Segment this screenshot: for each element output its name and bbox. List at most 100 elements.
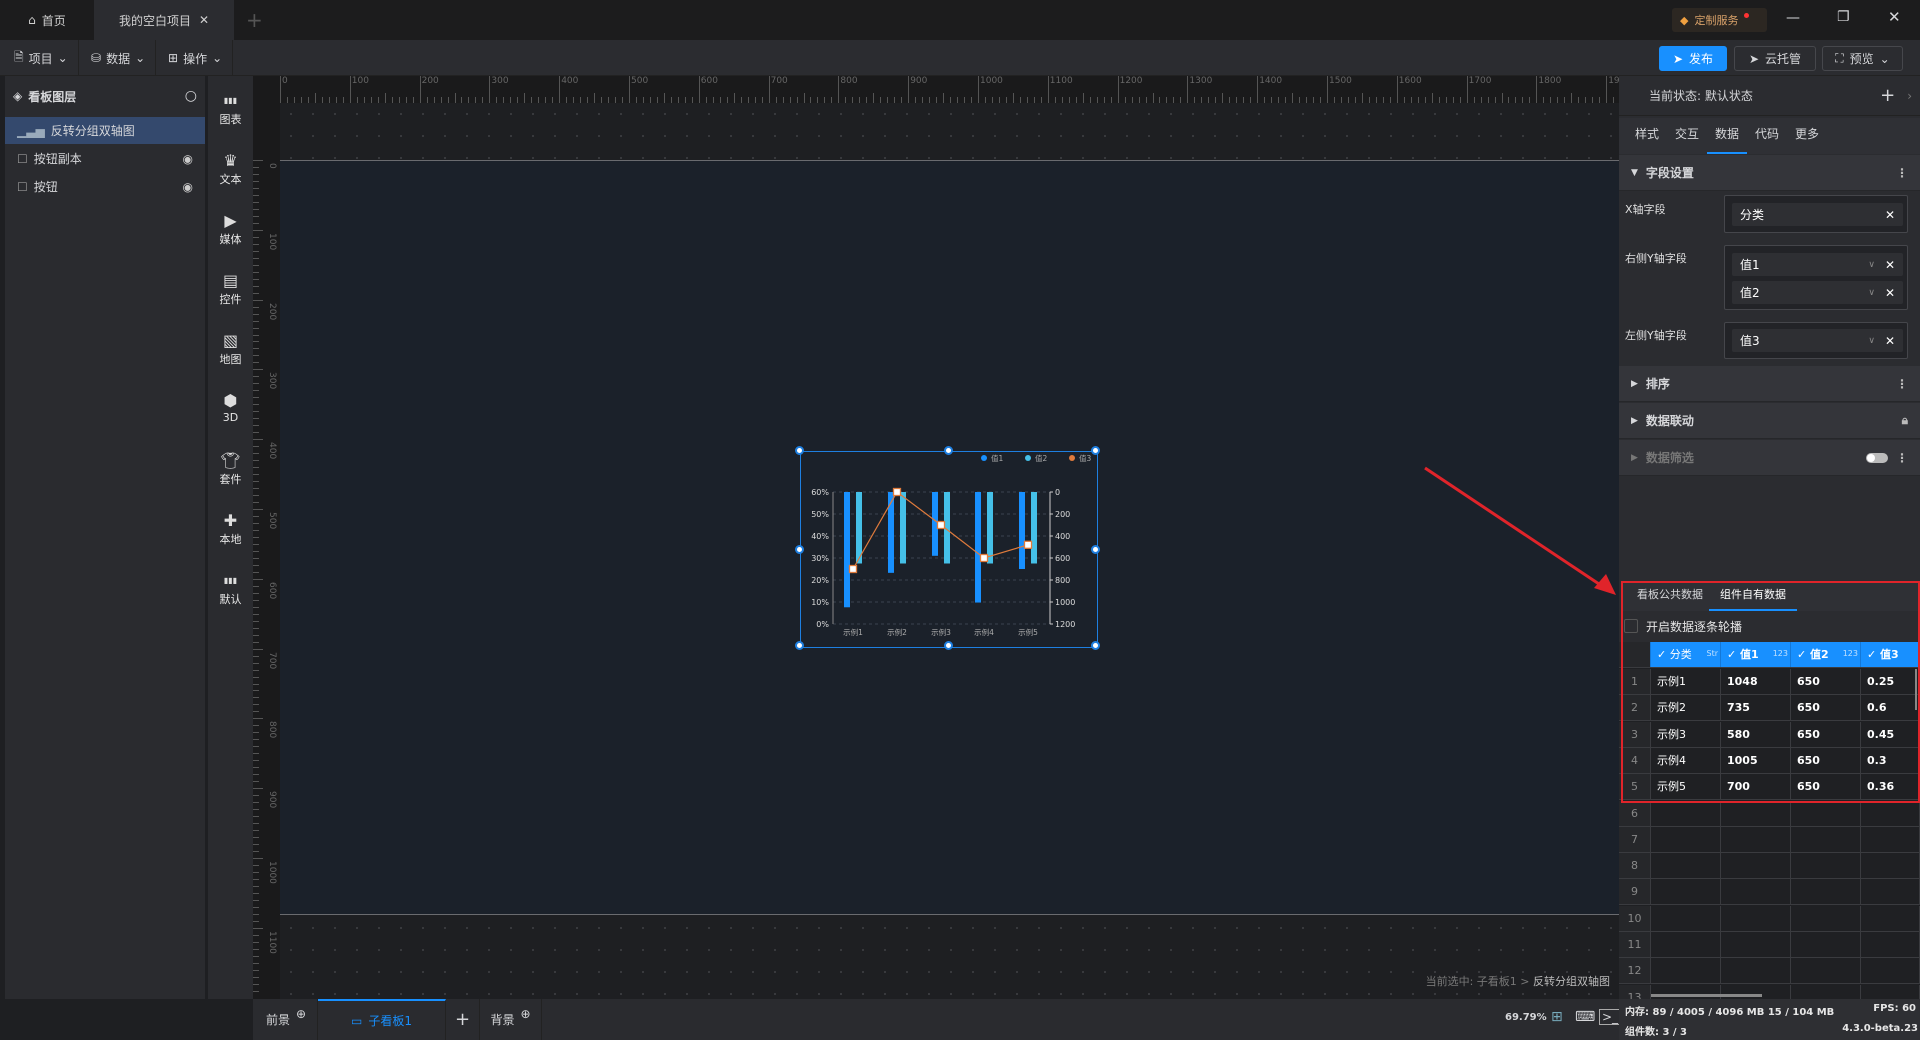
table-cell[interactable] (1651, 958, 1721, 984)
bar-值2[interactable] (855, 491, 862, 564)
component-category-3[interactable]: ▤ 控件 (208, 272, 253, 307)
cloud-host-button[interactable]: ➤ 云托管 (1734, 46, 1816, 71)
menu-operate[interactable]: ⊞ 操作 ⌄ (158, 40, 234, 76)
check-icon[interactable]: ✓ (1657, 648, 1670, 661)
custom-service-button[interactable]: ◆ 定制服务 (1672, 8, 1767, 32)
remove-icon[interactable]: ✕ (1885, 286, 1895, 300)
table-cell[interactable] (1651, 905, 1721, 931)
tab-4[interactable]: 更多 (1787, 118, 1827, 154)
x-field-chip[interactable]: 分类 ✕ (1732, 203, 1903, 226)
line-point[interactable] (848, 564, 857, 573)
add-tab-button[interactable]: + (246, 8, 263, 32)
component-category-6[interactable]: 👕︎ 套件 (208, 452, 253, 487)
component-category-4[interactable]: ▧ 地图 (208, 332, 253, 367)
chart-component[interactable]: 0% 10% 20% 30% 40% 50% 60% 0 200 400 600 800 1000 120… (795, 446, 1100, 650)
add-board-button[interactable]: + (446, 999, 480, 1040)
filter-toggle[interactable] (1866, 452, 1888, 463)
table-cell[interactable]: 0.25 (1861, 669, 1920, 694)
line-point[interactable] (979, 553, 988, 562)
table-cell[interactable] (1861, 932, 1920, 957)
remove-icon[interactable]: ✕ (1885, 258, 1895, 272)
table-cell[interactable]: 示例1 (1651, 669, 1721, 694)
add-state-button[interactable]: + (1880, 85, 1895, 106)
component-category-7[interactable]: ✚ 本地 (208, 512, 253, 547)
table-cell[interactable]: 650 (1791, 774, 1861, 800)
section-field-settings[interactable]: ▼ 字段设置 ⋮ (1619, 155, 1920, 191)
remove-icon[interactable]: ✕ (1885, 208, 1895, 222)
resize-handle[interactable] (944, 641, 953, 650)
section-filter[interactable]: ▶ 数据筛选 ⋮ (1619, 440, 1920, 476)
table-cell[interactable] (1791, 853, 1861, 879)
window-close-button[interactable]: ✕ (1888, 8, 1901, 26)
layer-item[interactable]: ▁▃▅ 反转分组双轴图 (5, 117, 205, 144)
table-cell[interactable]: 示例5 (1651, 774, 1721, 800)
tab-subboard[interactable]: ▭ 子看板1 (318, 999, 446, 1040)
table-cell[interactable] (1791, 826, 1861, 852)
table-cell[interactable] (1721, 958, 1791, 984)
publish-button[interactable]: ➤ 发布 (1659, 46, 1727, 71)
tab-project[interactable]: 我的空白项目 ✕ (94, 0, 234, 40)
resize-handle[interactable] (1091, 545, 1100, 554)
bar-值2[interactable] (1030, 491, 1037, 564)
hidden-eye-icon[interactable]: ◉ (183, 152, 193, 166)
tab-1[interactable]: 交互 (1667, 118, 1707, 154)
minimize-button[interactable]: — (1786, 10, 1800, 26)
resize-handle[interactable] (1091, 446, 1100, 455)
table-cell[interactable]: 0.6 (1861, 695, 1920, 721)
table-cell[interactable] (1861, 879, 1920, 905)
column-header[interactable]: ✓ 值1 123 (1721, 642, 1791, 667)
table-cell[interactable] (1861, 800, 1920, 826)
table-cell[interactable] (1861, 853, 1920, 879)
chevron-down-icon[interactable]: ∨ (1868, 336, 1875, 346)
table-cell[interactable] (1721, 853, 1791, 879)
hidden-eye-icon[interactable]: ◉ (183, 180, 193, 194)
table-cell[interactable] (1651, 879, 1721, 905)
more-icon[interactable]: ⋮ (1896, 377, 1908, 391)
table-cell[interactable]: 1005 (1721, 747, 1791, 773)
restore-button[interactable]: ❐ (1837, 9, 1850, 25)
bar-值1[interactable] (974, 491, 981, 603)
line-point[interactable] (1023, 540, 1032, 549)
bar-值1[interactable] (1018, 491, 1025, 569)
table-cell[interactable] (1791, 800, 1861, 826)
component-category-2[interactable]: ▶ 媒体 (208, 212, 253, 247)
component-category-5[interactable]: ⬢ 3D (208, 392, 253, 425)
resize-handle[interactable] (795, 545, 804, 554)
close-icon[interactable]: ✕ (199, 13, 209, 27)
add-circle-icon[interactable]: ⊕ (296, 1007, 306, 1021)
legend-label[interactable]: 值2 (1035, 453, 1048, 463)
table-cell[interactable] (1791, 905, 1861, 931)
vertical-scrollbar[interactable] (1915, 669, 1917, 710)
table-cell[interactable]: 700 (1721, 774, 1791, 800)
tab-home[interactable]: ⌂ 首页 (0, 0, 94, 40)
column-header[interactable]: ✓ 值3 (1861, 642, 1920, 667)
add-circle-icon[interactable]: ⊕ (520, 1007, 530, 1021)
tab-background[interactable]: 背景 ⊕ (480, 999, 542, 1040)
table-cell[interactable] (1651, 853, 1721, 879)
preview-button[interactable]: ⛶ 预览 ⌄ (1822, 46, 1903, 71)
table-cell[interactable] (1861, 958, 1920, 984)
tab-3[interactable]: 代码 (1747, 118, 1787, 154)
table-cell[interactable]: 示例4 (1651, 747, 1721, 773)
table-cell[interactable] (1651, 800, 1721, 826)
table-cell[interactable]: 示例2 (1651, 695, 1721, 721)
fit-screen-icon[interactable]: ⊞ (1551, 1009, 1563, 1025)
tab-0[interactable]: 样式 (1627, 118, 1667, 154)
table-cell[interactable]: 735 (1721, 695, 1791, 721)
check-icon[interactable]: ✓ (1867, 648, 1880, 661)
table-cell[interactable] (1791, 958, 1861, 984)
resize-handle[interactable] (1091, 641, 1100, 650)
table-cell[interactable] (1791, 984, 1861, 999)
bar-值1[interactable] (843, 491, 850, 607)
table-cell[interactable]: 650 (1791, 695, 1861, 721)
right-y-chip[interactable]: 值1 ∨ ✕ (1732, 253, 1903, 276)
remove-icon[interactable]: ✕ (1885, 334, 1895, 348)
carousel-checkbox[interactable] (1624, 619, 1638, 633)
resize-handle[interactable] (795, 446, 804, 455)
layer-item[interactable]: ☐ 按钮 ◉ (5, 173, 205, 200)
legend-label[interactable]: 值3 (1079, 453, 1092, 463)
table-cell[interactable]: 1048 (1721, 669, 1791, 694)
table-cell[interactable]: 0.3 (1861, 747, 1920, 773)
check-icon[interactable]: ✓ (1727, 648, 1740, 661)
table-cell[interactable]: 650 (1791, 721, 1861, 747)
